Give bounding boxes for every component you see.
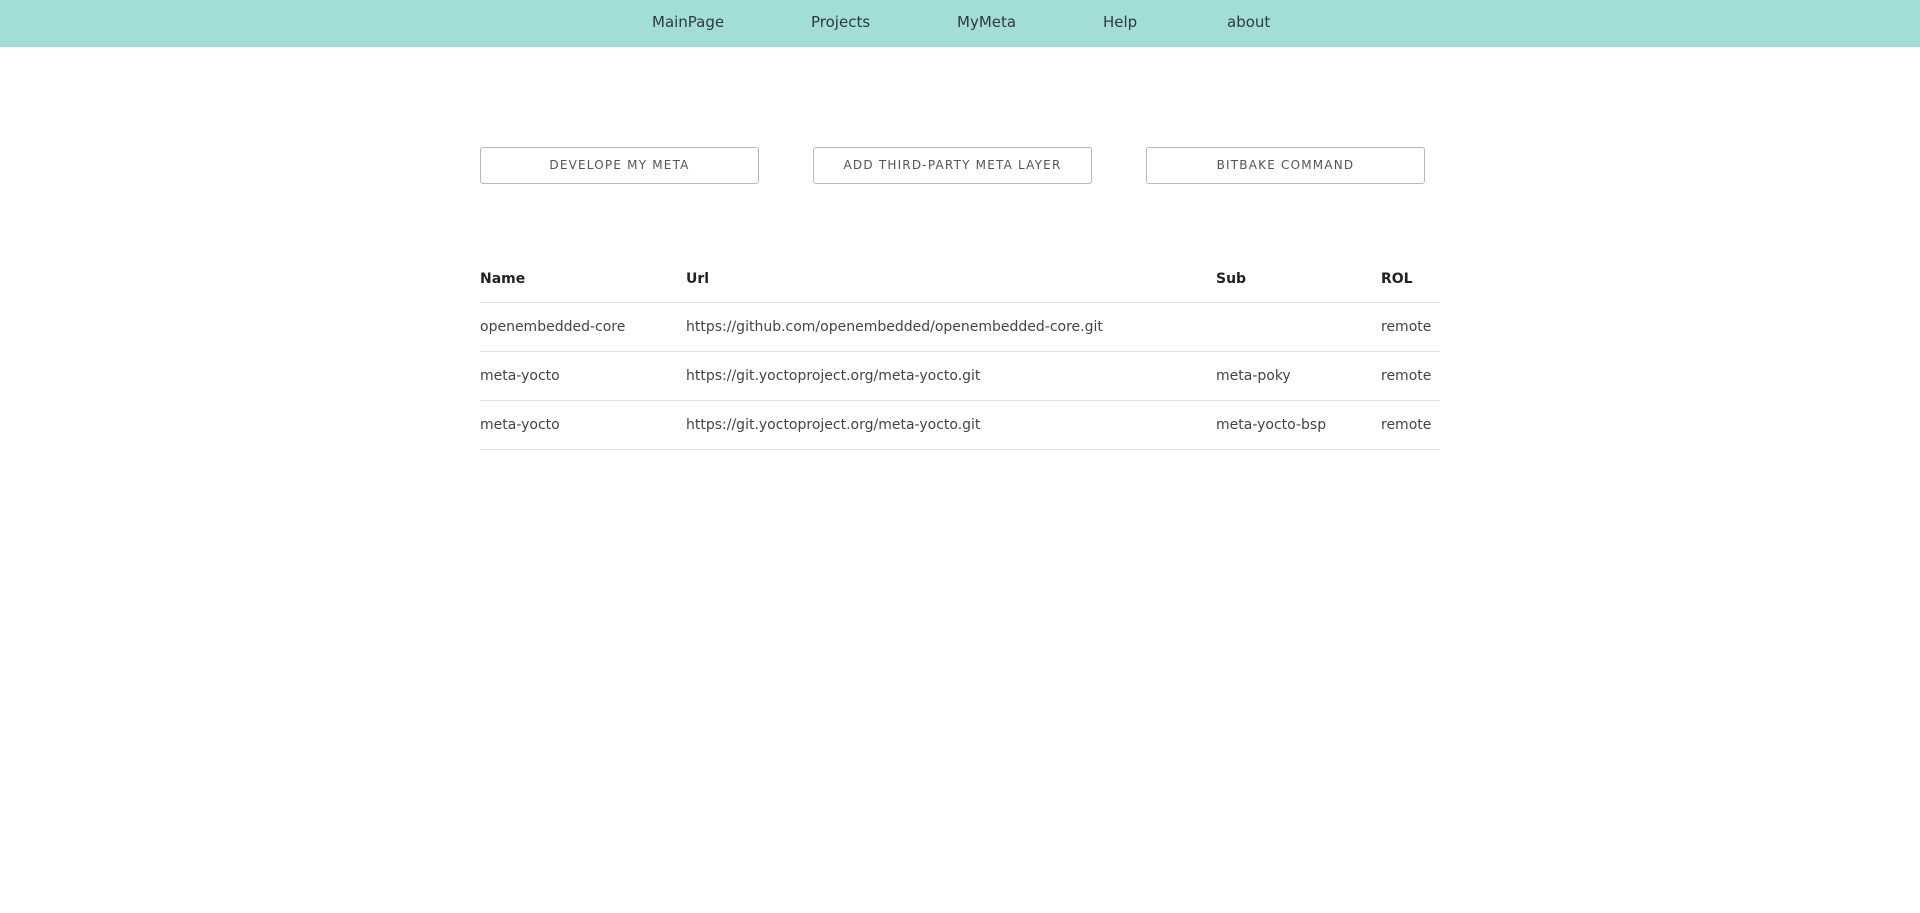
cell-rol: remote [1381,400,1440,450]
meta-layers-table: Name Url Sub ROL openembedded-core https… [480,255,1440,450]
table-row: meta-yocto https://git.yoctoproject.org/… [480,400,1440,450]
develope-my-meta-button[interactable]: DEVELOPE MY META [480,147,759,184]
table-row: openembedded-core https://github.com/ope… [480,302,1440,352]
cell-name: meta-yocto [480,400,686,450]
column-header-url: Url [686,255,1216,303]
cell-name: openembedded-core [480,302,686,352]
cell-url: https://github.com/openembedded/openembe… [686,302,1216,352]
table-row: meta-yocto https://git.yoctoproject.org/… [480,351,1440,401]
cell-url: https://git.yoctoproject.org/meta-yocto.… [686,351,1216,401]
cell-rol: remote [1381,302,1440,352]
action-buttons: DEVELOPE MY META ADD THIRD-PARTY META LA… [0,147,1920,185]
column-header-name: Name [480,255,686,303]
top-navbar: MainPage Projects MyMeta Help about [0,0,1920,47]
cell-name: meta-yocto [480,351,686,401]
nav-item-mainpage[interactable]: MainPage [652,0,724,44]
add-third-party-meta-layer-button[interactable]: ADD THIRD-PARTY META LAYER [813,147,1092,184]
cell-sub: meta-poky [1216,351,1381,401]
column-header-rol: ROL [1381,255,1440,303]
table-header-row: Name Url Sub ROL [480,255,1440,303]
cell-sub: meta-yocto-bsp [1216,400,1381,450]
cell-sub [1216,302,1381,352]
column-header-sub: Sub [1216,255,1381,303]
cell-url: https://git.yoctoproject.org/meta-yocto.… [686,400,1216,450]
nav-item-help[interactable]: Help [1103,0,1137,44]
nav-item-mymeta[interactable]: MyMeta [957,0,1016,44]
bitbake-command-button[interactable]: BITBAKE COMMAND [1146,147,1425,184]
nav-item-about[interactable]: about [1227,0,1270,44]
nav-item-projects[interactable]: Projects [811,0,870,44]
cell-rol: remote [1381,351,1440,401]
